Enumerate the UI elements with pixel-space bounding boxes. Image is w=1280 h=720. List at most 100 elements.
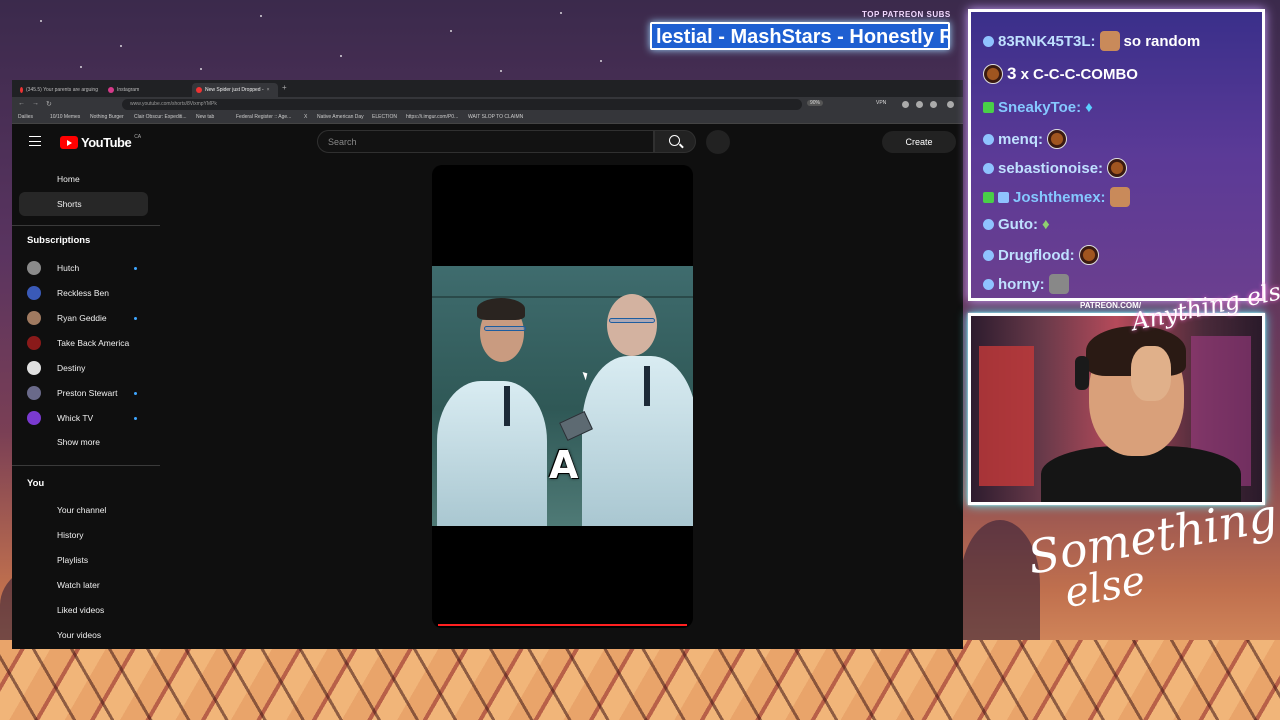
- youtube-wordmark: YouTube: [81, 135, 132, 150]
- chat-username: Joshthemex:: [1013, 188, 1106, 206]
- figure-emote-icon: ♦: [1085, 99, 1093, 116]
- close-tab-icon[interactable]: ×: [267, 87, 270, 93]
- sidebar-item-home[interactable]: Home: [19, 167, 148, 191]
- chat-badge-icon: [983, 162, 994, 174]
- subscription-name: Hutch: [57, 263, 80, 273]
- sidebar-item-playlists[interactable]: Playlists: [19, 548, 148, 572]
- bookmark[interactable]: Federal Register :: Age...: [236, 114, 291, 120]
- bookmark[interactable]: New tab: [196, 114, 214, 120]
- show-more-button[interactable]: Show more: [19, 430, 148, 454]
- subscription-name: Destiny: [57, 363, 86, 373]
- goggles: [609, 318, 655, 323]
- browser-tab[interactable]: Instagram: [104, 83, 190, 97]
- sidebar-item-shorts[interactable]: Shorts: [19, 192, 148, 216]
- menu-icon[interactable]: [29, 136, 41, 146]
- bookmark[interactable]: Clair Obscur: Expediti...: [134, 114, 187, 120]
- chat-username: 83RNK45T3L:: [998, 32, 1096, 50]
- sidebar-item-history[interactable]: History: [19, 523, 148, 547]
- youtube-logo[interactable]: YouTube CA: [60, 133, 142, 150]
- video-caption: A: [549, 443, 579, 487]
- combo-count: 3: [1007, 64, 1017, 83]
- chat-text: so random: [1123, 32, 1201, 50]
- subscription-item[interactable]: Whick TV: [27, 409, 152, 429]
- menu-icon[interactable]: [947, 101, 954, 108]
- avatar: [27, 261, 41, 275]
- cookie-emote-icon: [983, 64, 1003, 84]
- sidebar-item-watch-later[interactable]: Watch later: [19, 573, 148, 597]
- chat-username: menq:: [998, 130, 1043, 148]
- scientist-right-head: [607, 294, 657, 356]
- sidebar-item-your-channel[interactable]: Your channel: [19, 498, 148, 522]
- avatar: [27, 411, 41, 425]
- tab-bar: (345.5) Your parents are arguing Instagr…: [12, 80, 963, 97]
- sidebar-divider: [12, 465, 160, 466]
- subscription-name: Whick TV: [57, 413, 94, 423]
- you-heading[interactable]: You: [27, 478, 44, 489]
- reload-icon[interactable]: ↻: [46, 100, 52, 108]
- bookmark[interactable]: https://i.imgur.com/P0...: [406, 114, 458, 120]
- scientist-left: [437, 381, 547, 526]
- zoom-indicator[interactable]: 90%: [807, 100, 824, 106]
- create-button[interactable]: Create: [882, 131, 956, 153]
- chat-message: Joshthemex:: [983, 187, 1130, 207]
- new-content-dot: [134, 317, 137, 320]
- video-progress-bar[interactable]: [438, 624, 687, 626]
- chat-badge-icon: [998, 191, 1009, 203]
- chat-message: Drugflood:: [983, 245, 1099, 265]
- face-emote-icon: [1099, 31, 1120, 51]
- country-code: CA: [134, 133, 142, 140]
- webcam-feed: [968, 313, 1265, 505]
- bookmark[interactable]: ELECTION: [372, 114, 397, 120]
- video-frame[interactable]: A: [432, 266, 693, 526]
- subscription-item[interactable]: Preston Stewart: [27, 384, 152, 404]
- chat-message: horny:: [983, 274, 1069, 294]
- bookmark[interactable]: X: [304, 114, 307, 120]
- chat-badge-icon: [983, 219, 994, 230]
- bookmark[interactable]: Nothing Burger: [90, 114, 124, 120]
- subscription-item[interactable]: Take Back America: [27, 334, 152, 354]
- sidebar-item-your-videos[interactable]: Your videos: [19, 623, 148, 647]
- voice-search-icon[interactable]: [706, 130, 730, 154]
- url-field[interactable]: www.youtube.com/shorts/8VixmpYMPk: [122, 99, 802, 110]
- avatar: [27, 386, 41, 400]
- subscription-item[interactable]: Hutch: [27, 259, 152, 279]
- browser-tab-active[interactable]: New Spider just Dropped - ×: [192, 83, 278, 97]
- avatar: [27, 286, 41, 300]
- chat-username: sebastionoise:: [998, 159, 1104, 177]
- new-content-dot: [134, 417, 137, 420]
- sidebar-item-liked-videos[interactable]: Liked videos: [19, 598, 148, 622]
- chat-badge-icon: [983, 35, 994, 47]
- goggles: [484, 326, 526, 331]
- bookmark[interactable]: Dailies: [18, 114, 33, 120]
- browser-window: (345.5) Your parents are arguing Instagr…: [12, 80, 963, 649]
- search-input[interactable]: Search: [317, 130, 654, 153]
- figure-emote-icon: ♦: [1041, 216, 1050, 233]
- subscription-name: Reckless Ben: [57, 288, 109, 298]
- browser-tab[interactable]: (345.5) Your parents are arguing: [16, 83, 102, 97]
- chat-badge-icon: [983, 278, 994, 290]
- extension-icon[interactable]: [902, 101, 909, 108]
- sidebar: Home Shorts Subscriptions Hutch Reckless…: [12, 167, 160, 649]
- shorts-player[interactable]: A: [432, 165, 693, 628]
- chat-username: SneakyToe:: [998, 99, 1082, 116]
- kick-badge-icon: [983, 191, 994, 203]
- youtube-play-icon: [60, 136, 78, 149]
- search-icon[interactable]: [654, 130, 696, 153]
- back-icon[interactable]: ←: [18, 100, 25, 107]
- cookie-emote-icon: [1078, 245, 1099, 265]
- subscription-item[interactable]: Ryan Geddie: [27, 309, 152, 329]
- extension-icon[interactable]: [916, 101, 923, 108]
- tab-label: (345.5) Your parents are arguing: [26, 87, 98, 93]
- subscription-item[interactable]: Reckless Ben: [27, 284, 152, 304]
- bookmark[interactable]: 10/10 Memes: [50, 114, 80, 120]
- bookmark[interactable]: WAIT SLOP TO CLAIMN: [468, 114, 523, 120]
- forward-icon[interactable]: →: [32, 100, 39, 107]
- extension-icon[interactable]: [930, 101, 937, 108]
- subscription-item[interactable]: Destiny: [27, 359, 152, 379]
- vpn-badge[interactable]: VPN: [876, 100, 886, 106]
- avatar: [27, 361, 41, 375]
- youtube-favicon-icon: [196, 87, 202, 93]
- new-tab-icon[interactable]: +: [282, 83, 287, 92]
- subscriptions-heading[interactable]: Subscriptions: [27, 235, 90, 246]
- bookmark[interactable]: Native American Day: [317, 114, 364, 120]
